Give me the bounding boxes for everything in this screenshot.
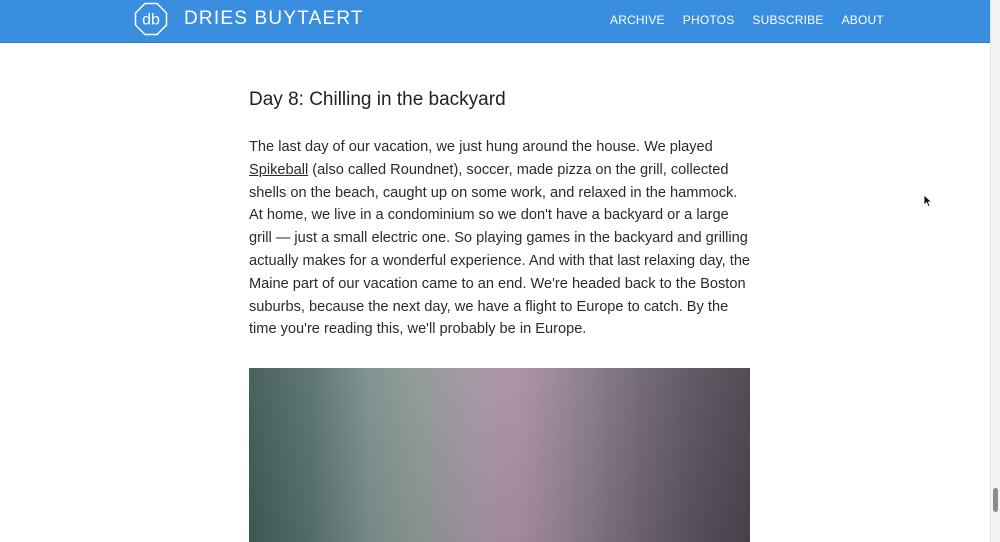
main-nav: ARCHIVE PHOTOS SUBSCRIBE ABOUT [610, 13, 902, 27]
scrollbar-track[interactable] [990, 0, 1000, 542]
article-heading: Day 8: Chilling in the backyard [249, 89, 506, 110]
nav-archive[interactable]: ARCHIVE [610, 13, 665, 27]
scrollbar-thumb[interactable] [993, 488, 998, 512]
logo-mark-text: db [142, 12, 160, 29]
article-body: Day 8: Chilling in the backyard The last… [249, 86, 751, 341]
paragraph-text-start: The last day of our vacation, we just hu… [249, 139, 713, 155]
paragraph-text-end: (also called Roundnet), soccer, made piz… [249, 161, 751, 338]
page: db DRIES BUYTAERT ARCHIVE PHOTOS SUBSCRI… [0, 0, 1000, 542]
site-name[interactable]: DRIES BUYTAERT [184, 8, 364, 30]
site-logo-link[interactable]: db DRIES BUYTAERT [134, 2, 364, 36]
article-photo [249, 368, 750, 542]
octagon-logo-icon: db [134, 2, 168, 36]
spikeball-link[interactable]: Spikeball [249, 162, 308, 178]
site-header: db DRIES BUYTAERT ARCHIVE PHOTOS SUBSCRI… [0, 0, 990, 43]
nav-subscribe[interactable]: SUBSCRIBE [752, 13, 823, 27]
mouse-pointer-icon [923, 194, 933, 208]
nav-about[interactable]: ABOUT [842, 13, 884, 27]
article-paragraph: The last day of our vacation, we just hu… [249, 136, 751, 341]
nav-photos[interactable]: PHOTOS [683, 13, 735, 27]
